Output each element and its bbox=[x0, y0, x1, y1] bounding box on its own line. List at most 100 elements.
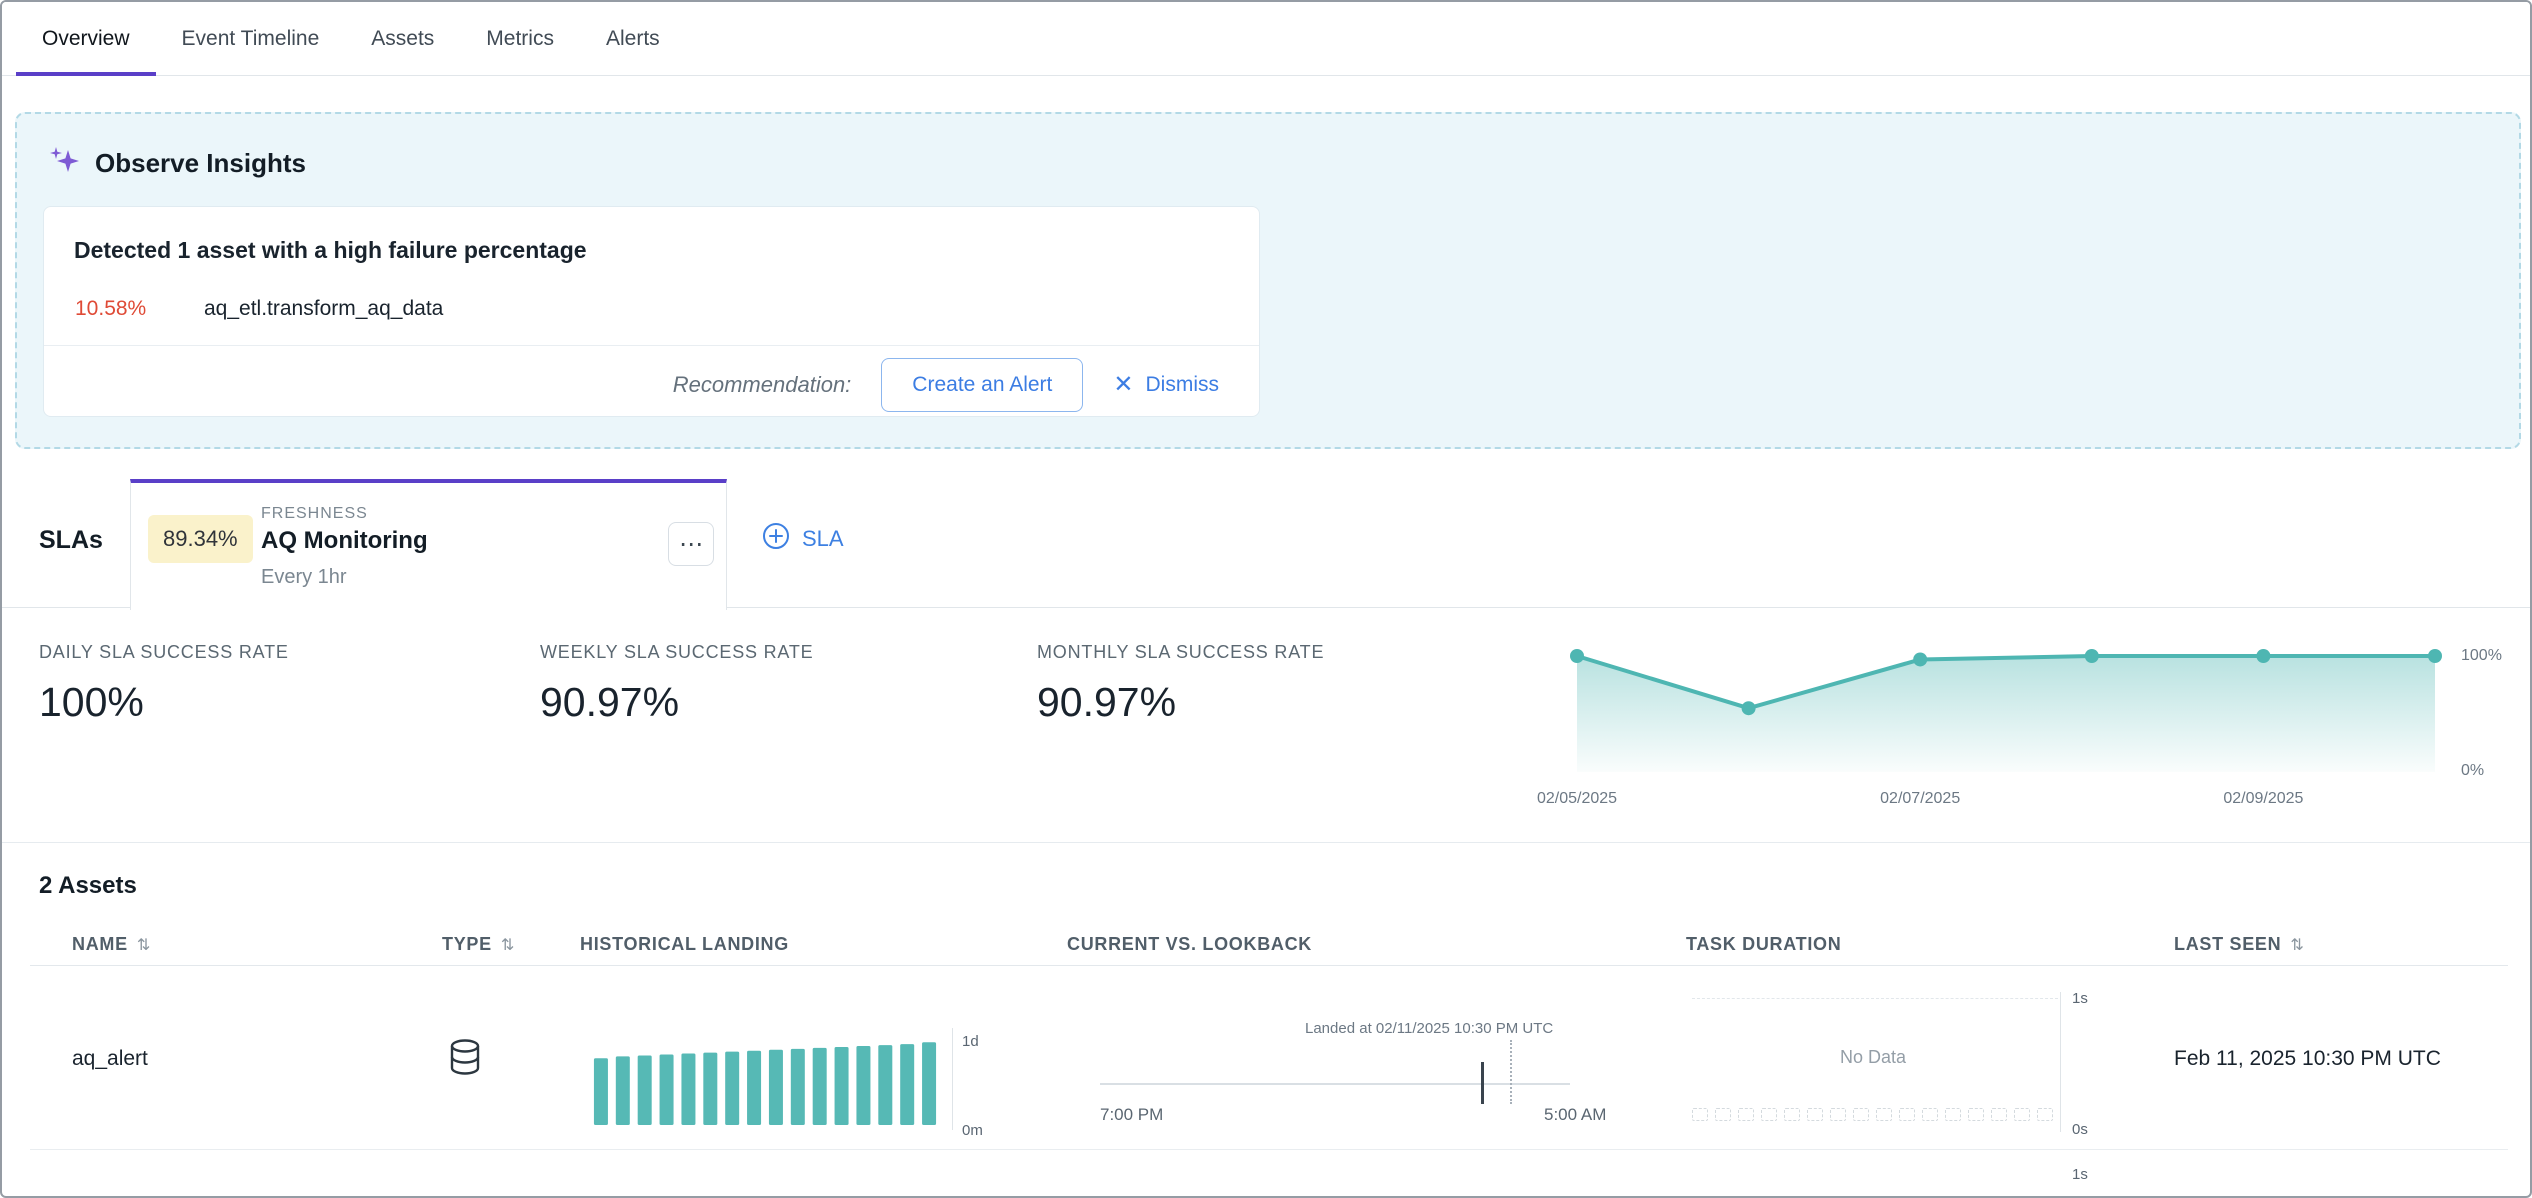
duration-placeholder-bar bbox=[1922, 1108, 1938, 1121]
assets-count-heading: 2 Assets bbox=[39, 872, 137, 900]
observe-dashboard: Overview Event Timeline Assets Metrics A… bbox=[0, 0, 2532, 1198]
tab-metrics[interactable]: Metrics bbox=[460, 2, 580, 75]
trend-plot bbox=[1553, 634, 2449, 784]
stat-value: 100% bbox=[39, 679, 289, 726]
asset-last-seen: Feb 11, 2025 10:30 PM UTC bbox=[2174, 1047, 2441, 1071]
tab-bar: Overview Event Timeline Assets Metrics A… bbox=[2, 2, 2530, 76]
duration-placeholder-bar bbox=[1968, 1108, 1984, 1121]
sla-success-badge: 89.34% bbox=[148, 515, 253, 563]
divider bbox=[30, 1149, 2508, 1150]
tab-assets[interactable]: Assets bbox=[345, 2, 460, 75]
landed-at-annotation: Landed at 02/11/2025 10:30 PM UTC bbox=[1305, 1020, 1553, 1037]
duration-placeholder-bar bbox=[1991, 1108, 2007, 1121]
sla-schedule: Every 1hr bbox=[261, 566, 347, 589]
column-header-name[interactable]: NAME ⇅ bbox=[72, 934, 151, 955]
duration-placeholder-bar bbox=[1945, 1108, 1961, 1121]
landing-axis-line bbox=[952, 1028, 953, 1130]
trend-y-max-label: 100% bbox=[2461, 647, 2502, 665]
duration-placeholder-bar bbox=[1876, 1108, 1892, 1121]
duration-placeholder-bar bbox=[1899, 1108, 1915, 1121]
column-header-type[interactable]: TYPE ⇅ bbox=[442, 934, 515, 955]
plus-circle-icon bbox=[762, 522, 790, 556]
column-header-current-vs-lookback: CURRENT VS. LOOKBACK bbox=[1067, 934, 1312, 955]
column-label: CURRENT VS. LOOKBACK bbox=[1067, 934, 1312, 955]
add-sla-label: SLA bbox=[802, 526, 844, 552]
trend-x-tick-label: 02/05/2025 bbox=[1537, 790, 1617, 808]
sort-icon: ⇅ bbox=[501, 935, 515, 954]
trend-x-tick-label: 02/07/2025 bbox=[1880, 790, 1960, 808]
column-header-last-seen[interactable]: LAST SEEN ⇅ bbox=[2174, 934, 2304, 955]
lookback-baseline bbox=[1100, 1083, 1570, 1085]
sla-name: AQ Monitoring bbox=[261, 527, 428, 555]
insight-detection-heading: Detected 1 asset with a high failure per… bbox=[74, 237, 587, 264]
lookback-current-marker bbox=[1481, 1062, 1484, 1104]
sla-category: FRESHNESS bbox=[261, 505, 368, 523]
duration-placeholder-bar bbox=[1761, 1108, 1777, 1121]
sparkle-icon bbox=[47, 144, 81, 183]
stat-weekly-success-rate: WEEKLY SLA SUCCESS RATE 90.97% bbox=[540, 642, 814, 726]
duration-placeholder-bar bbox=[1830, 1108, 1846, 1121]
next-row-duration-axis-max: 1s bbox=[2072, 1166, 2088, 1183]
sort-icon: ⇅ bbox=[2290, 935, 2304, 954]
duration-placeholder-bar bbox=[1715, 1108, 1731, 1121]
column-header-task-duration: TASK DURATION bbox=[1686, 934, 1841, 955]
stat-label: DAILY SLA SUCCESS RATE bbox=[39, 642, 289, 663]
create-alert-button[interactable]: Create an Alert bbox=[881, 358, 1083, 412]
divider bbox=[2, 842, 2530, 843]
stat-daily-success-rate: DAILY SLA SUCCESS RATE 100% bbox=[39, 642, 289, 726]
duration-placeholder-bar bbox=[1784, 1108, 1800, 1121]
trend-y-min-label: 0% bbox=[2461, 762, 2484, 780]
stat-monthly-success-rate: MONTHLY SLA SUCCESS RATE 90.97% bbox=[1037, 642, 1324, 726]
stat-value: 90.97% bbox=[540, 679, 814, 726]
duration-axis-line bbox=[2060, 992, 2061, 1132]
close-icon: ✕ bbox=[1113, 373, 1133, 397]
stat-label: MONTHLY SLA SUCCESS RATE bbox=[1037, 642, 1324, 663]
duration-axis-max: 1s bbox=[2072, 990, 2088, 1007]
divider bbox=[44, 345, 1259, 346]
duration-placeholder-bar bbox=[1853, 1108, 1869, 1121]
slas-section-label: SLAs bbox=[39, 526, 103, 555]
divider bbox=[30, 965, 2508, 966]
sla-success-trend-chart: 100% 0% 02/05/202502/07/202502/09/2025 bbox=[1553, 634, 2523, 820]
duration-placeholder-bar bbox=[1738, 1108, 1754, 1121]
duration-placeholder-bars bbox=[1692, 1108, 2058, 1121]
dismiss-label: Dismiss bbox=[1146, 373, 1220, 397]
column-label: HISTORICAL LANDING bbox=[580, 934, 789, 955]
tab-event-timeline[interactable]: Event Timeline bbox=[156, 2, 346, 75]
dismiss-button[interactable]: ✕ Dismiss bbox=[1113, 373, 1219, 397]
duration-no-data-label: No Data bbox=[1686, 1047, 2060, 1068]
lookback-expected-marker bbox=[1510, 1040, 1512, 1104]
tab-alerts[interactable]: Alerts bbox=[580, 2, 686, 75]
sla-menu-button[interactable]: ⋯ bbox=[668, 522, 714, 566]
stat-value: 90.97% bbox=[1037, 679, 1324, 726]
duration-gridline bbox=[1692, 998, 2058, 999]
add-sla-button[interactable]: SLA bbox=[762, 522, 844, 556]
recommendation-row: Recommendation: Create an Alert ✕ Dismis… bbox=[673, 357, 1219, 413]
duration-placeholder-bar bbox=[2037, 1108, 2053, 1121]
duration-placeholder-bar bbox=[1692, 1108, 1708, 1121]
duration-placeholder-bar bbox=[2014, 1108, 2030, 1121]
database-icon bbox=[446, 1038, 484, 1083]
insights-header: Observe Insights bbox=[47, 144, 306, 183]
column-label: TASK DURATION bbox=[1686, 934, 1841, 955]
landing-axis-min: 0m bbox=[962, 1122, 983, 1139]
sla-tab-aq-monitoring[interactable]: 89.34% FRESHNESS AQ Monitoring Every 1hr… bbox=[130, 479, 727, 610]
observe-insights-panel: Observe Insights Detected 1 asset with a… bbox=[15, 112, 2521, 449]
recommendation-label: Recommendation: bbox=[673, 372, 852, 398]
ellipsis-icon: ⋯ bbox=[679, 532, 703, 556]
trend-x-tick-label: 02/09/2025 bbox=[2223, 790, 2303, 808]
failure-percent: 10.58% bbox=[75, 297, 146, 321]
stat-label: WEEKLY SLA SUCCESS RATE bbox=[540, 642, 814, 663]
lookback-window-end: 5:00 AM bbox=[1544, 1105, 1606, 1125]
historical-landing-chart bbox=[590, 1031, 940, 1125]
asset-name-link[interactable]: aq_alert bbox=[72, 1047, 148, 1071]
tab-overview[interactable]: Overview bbox=[16, 2, 156, 75]
insight-card: Detected 1 asset with a high failure per… bbox=[43, 206, 1260, 417]
lookback-window-start: 7:00 PM bbox=[1100, 1105, 1163, 1125]
duration-placeholder-bar bbox=[1807, 1108, 1823, 1121]
insights-title: Observe Insights bbox=[95, 148, 306, 179]
landing-axis-max: 1d bbox=[962, 1033, 979, 1050]
column-header-historical-landing: HISTORICAL LANDING bbox=[580, 934, 789, 955]
sort-icon: ⇅ bbox=[137, 935, 151, 954]
column-label: TYPE bbox=[442, 934, 492, 955]
